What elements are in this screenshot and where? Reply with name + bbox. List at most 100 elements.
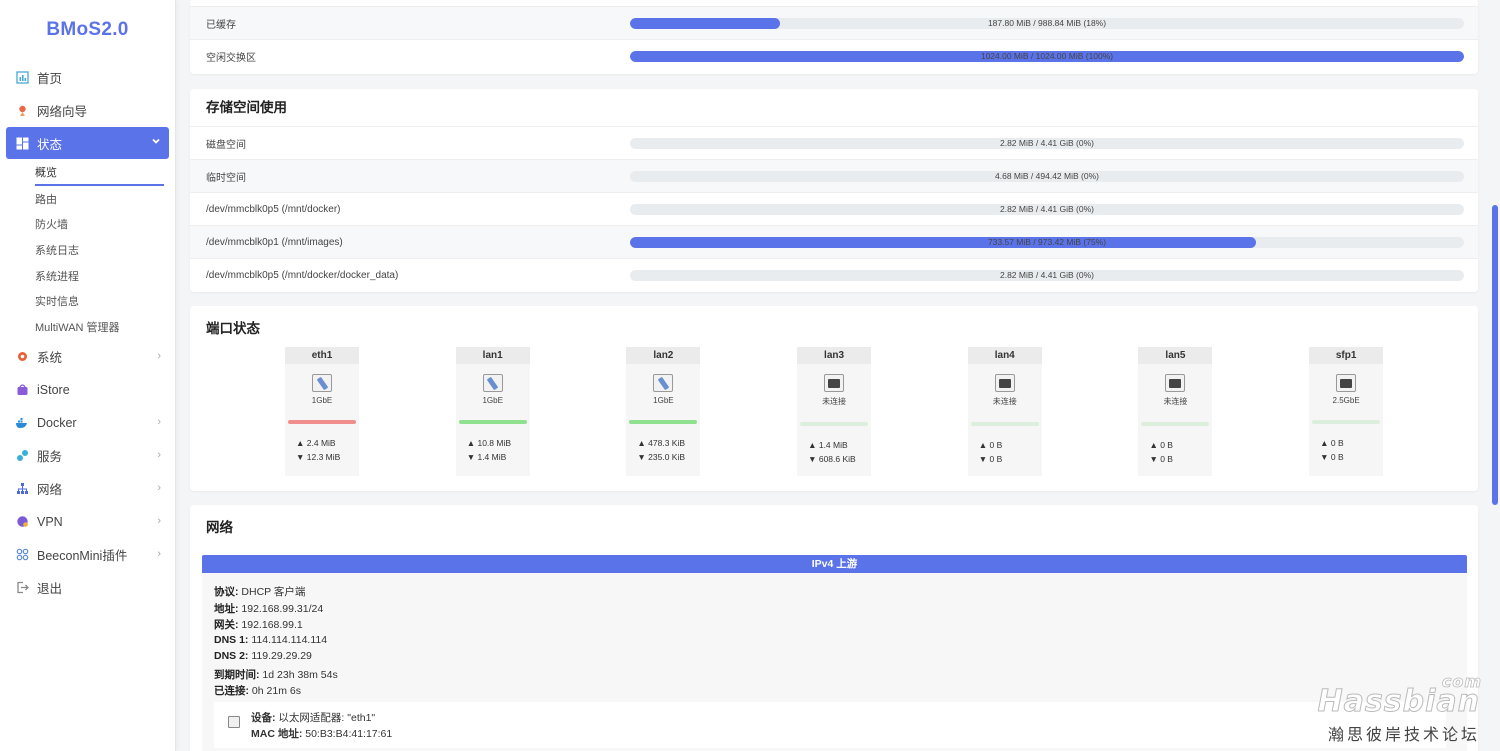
port-tx: ▲ 1.4 MiB (808, 440, 848, 450)
field-dns2: DNS 2: 119.29.29.29 (214, 650, 312, 662)
sidebar-item-beecon-plugins[interactable]: BeeconMini插件 › (6, 539, 169, 571)
storage-row: /dev/mmcblk0p5 (/mnt/docker) 2.82 MiB / … (190, 192, 1478, 225)
sidebar-subitem-overview[interactable]: 概览 (35, 160, 164, 186)
port-card[interactable]: lan3 未连接 ▲ 1.4 MiB ▼ 608.6 KiB (797, 347, 872, 476)
sidebar-item-home[interactable]: 首页 (6, 61, 169, 93)
gear-icon (15, 350, 29, 364)
chevron-right-icon: › (157, 349, 161, 362)
field-value: 0h 21m 6s (249, 685, 301, 697)
services-icon (15, 449, 29, 463)
port-rx: ▼ 0 B (978, 454, 1003, 464)
sidebar-item-docker[interactable]: Docker › (6, 407, 169, 439)
sidebar-item-wizard[interactable]: 网络向导 (6, 94, 169, 126)
progress-text: 4.68 MiB / 494.42 MiB (0%) (995, 170, 1099, 181)
sidebar-subitem-multiwan[interactable]: MultiWAN 管理器 (35, 314, 164, 340)
port-rx: ▼ 608.6 KiB (808, 454, 856, 464)
port-status-line (1312, 420, 1381, 424)
sidebar-item-label: 系统 (37, 351, 63, 366)
port-status-line (288, 420, 356, 424)
port-card[interactable]: lan2 1GbE ▲ 478.3 KiB ▼ 235.0 KiB (626, 347, 701, 476)
app-logo[interactable]: BMoS2.0 (0, 0, 175, 60)
sidebar-item-label: BeeconMini插件 (37, 549, 128, 564)
port-card[interactable]: sfp1 2.5GbE ▲ 0 B ▼ 0 B (1309, 347, 1384, 476)
memory-row: 空闲交换区 1024.00 MiB / 1024.00 MiB (100%) (190, 39, 1478, 72)
port-name: lan5 (1138, 347, 1213, 364)
port-speed: 未连接 (992, 397, 1017, 406)
field-value: 1d 23h 38m 54s (259, 668, 338, 681)
storage-row: /dev/mmcblk0p1 (/mnt/images) 733.57 MiB … (190, 225, 1478, 258)
port-status-line (970, 422, 1039, 426)
sidebar-item-logout[interactable]: 退出 (6, 572, 169, 604)
sidebar-subitem-processes[interactable]: 系统进程 (35, 263, 164, 289)
mac-line: MAC 地址: 50:B3:B4:41:17:61 (251, 726, 392, 741)
ethernet-port-icon (1336, 374, 1357, 392)
chevron-right-icon: › (157, 415, 161, 428)
progress-text: 733.57 MiB / 973.42 MiB (75%) (987, 236, 1107, 247)
field-key: DNS 1: (214, 633, 249, 646)
sidebar-subitem-routes[interactable]: 路由 (35, 186, 164, 212)
port-name: sfp1 (1309, 347, 1384, 364)
globe-icon (15, 515, 29, 529)
row-label: 临时空间 (206, 172, 246, 184)
field-connected: 已连接: 0h 21m 6s (214, 683, 301, 698)
port-speed: 1GbE (311, 396, 333, 405)
sidebar-subitem-firewall[interactable]: 防火墙 (35, 211, 164, 237)
port-card[interactable]: lan4 未连接 ▲ 0 B ▼ 0 B (967, 347, 1042, 476)
storage-row: 临时空间 4.68 MiB / 494.42 MiB (0%) (190, 159, 1478, 192)
ipv4-upstream-header: IPv4 上游 (202, 555, 1467, 573)
card-title: 网络 (206, 520, 233, 535)
row-label: 已缓存 (206, 19, 236, 31)
field-value: 192.168.99.1 (238, 619, 303, 631)
chevron-down-icon (151, 136, 161, 149)
scrollbar-thumb[interactable] (1492, 205, 1498, 505)
port-card[interactable]: eth1 1GbE ▲ 2.4 MiB ▼ 12.3 MiB (285, 347, 359, 476)
port-card[interactable]: lan5 未连接 ▲ 0 B ▼ 0 B (1138, 347, 1213, 476)
field-key: MAC 地址: (251, 728, 303, 740)
sidebar-item-istore[interactable]: iStore (6, 374, 169, 406)
port-name: lan1 (455, 347, 530, 364)
sidebar-item-label: Docker (37, 415, 77, 430)
progress-bar: 733.57 MiB / 973.42 MiB (75%) (630, 236, 1464, 248)
sidebar-item-network[interactable]: 网络 › (6, 473, 169, 505)
ethernet-port-icon (482, 374, 503, 392)
ethernet-port-icon (1165, 374, 1186, 392)
sidebar-item-label: VPN (37, 514, 63, 529)
port-rx: ▼ 0 B (1320, 452, 1344, 462)
progress-text: 2.82 MiB / 4.41 GiB (0%) (999, 203, 1094, 214)
watermark-com: com (1441, 672, 1482, 692)
sidebar-item-label: 首页 (37, 71, 63, 86)
field-key: 设备: (251, 712, 276, 724)
plugin-icon (15, 548, 29, 562)
storage-card: 存储空间使用 磁盘空间 2.82 MiB / 4.41 GiB (0%) 临时空… (190, 89, 1478, 292)
sidebar-item-label: 网络向导 (37, 104, 88, 119)
storage-row: /dev/mmcblk0p5 (/mnt/docker/docker_data)… (190, 258, 1478, 291)
watermark-logo: Hassbian com (1317, 672, 1481, 720)
sidebar-item-services[interactable]: 服务 › (6, 440, 169, 472)
sidebar-subitem-syslog[interactable]: 系统日志 (35, 237, 164, 263)
ethernet-port-icon (653, 374, 674, 392)
port-rx: ▼ 235.0 KiB (637, 452, 686, 462)
sidebar-item-label: 状态 (37, 137, 63, 152)
progress-bar: 2.82 MiB / 4.41 GiB (0%) (630, 203, 1464, 215)
port-speed: 未连接 (822, 397, 847, 406)
sidebar-item-vpn[interactable]: VPN › (6, 506, 169, 538)
ethernet-adapter-icon (228, 716, 240, 728)
progress-bar: 4.68 MiB / 494.42 MiB (0%) (630, 170, 1464, 182)
sidebar-item-system[interactable]: 系统 › (6, 341, 169, 373)
port-card[interactable]: lan1 1GbE ▲ 10.8 MiB ▼ 1.4 MiB (455, 347, 530, 476)
port-tx: ▲ 478.3 KiB (637, 438, 686, 448)
port-tx: ▲ 2.4 MiB (296, 438, 336, 448)
field-expires: 到期时间: 1d 23h 38m 54s (214, 667, 338, 682)
sidebar-item-status[interactable]: 状态 (6, 127, 169, 159)
port-status-line (1141, 422, 1210, 426)
port-speed: 未连接 (1163, 397, 1188, 406)
field-key: 已连接: (214, 685, 249, 697)
port-name: lan2 (626, 347, 701, 364)
progress-text: 1024.00 MiB / 1024.00 MiB (100%) (980, 50, 1114, 61)
row-label: /dev/mmcblk0p5 (/mnt/docker) (206, 203, 341, 215)
chevron-right-icon: › (157, 514, 161, 527)
sidebar-item-label: 退出 (37, 582, 63, 597)
sidebar-subitem-realtime[interactable]: 实时信息 (35, 288, 164, 314)
ethernet-port-icon (824, 374, 845, 392)
ports-list: eth1 1GbE ▲ 2.4 MiB ▼ 12.3 MiB lan1 1GbE… (285, 347, 1384, 476)
